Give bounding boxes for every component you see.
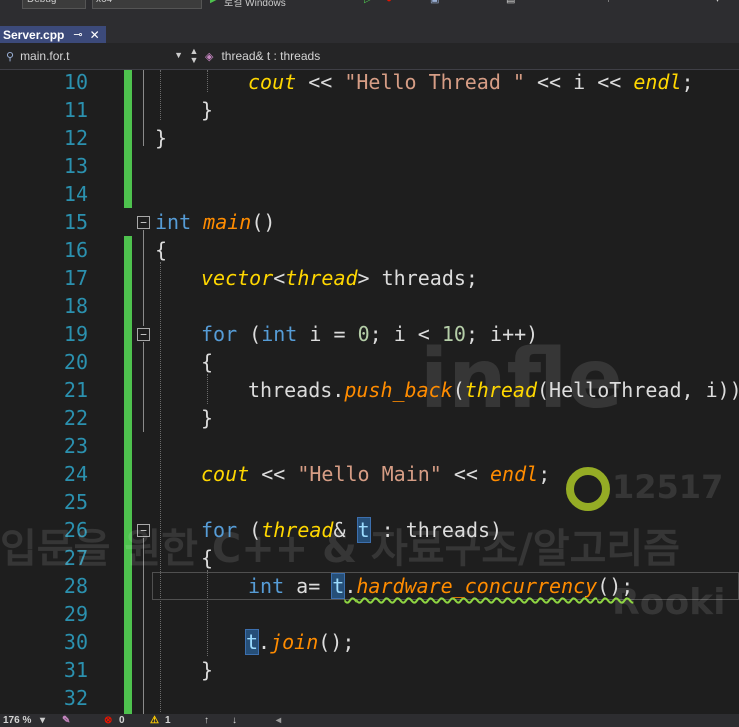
indent-guide xyxy=(207,70,208,92)
zoom-level[interactable]: 176 % xyxy=(3,714,31,727)
member-dropdown[interactable]: ◈ thread& t : threads xyxy=(205,43,320,69)
watermark-circle-icon xyxy=(566,467,610,511)
outline-line xyxy=(143,70,144,146)
scope-label: main.for.t xyxy=(20,49,70,63)
line-number: 32 xyxy=(63,686,88,710)
status-bar: 176 % ▾ ✎ ⊗ 0 ⚠ 1 ↑ ↓ ◂ xyxy=(0,714,739,727)
pin-icon[interactable]: ⊸ xyxy=(73,28,82,41)
document-tab-strip: Server.cpp ⊸ ✕ xyxy=(0,10,739,43)
line-number: 14 xyxy=(63,182,88,206)
main-toolbar: Debug x64 ▶ 로컬 Windows ▷ ● ▣ ▤ ⚑ ▾ xyxy=(0,0,739,10)
code-line-19[interactable]: for (int i = 0; i < 10; i++) xyxy=(201,320,538,348)
change-marker xyxy=(124,70,132,208)
toolbar-more-icon[interactable]: ▾ xyxy=(715,0,720,8)
line-number: 13 xyxy=(63,154,88,178)
reference-highlight: t xyxy=(356,517,371,543)
line-number: 30 xyxy=(63,630,88,654)
arrow-down-icon[interactable]: ↓ xyxy=(232,714,237,727)
line-number: 31 xyxy=(63,658,88,682)
toolbar-tool-icon[interactable]: ▣ xyxy=(430,0,439,8)
breakpoint-icon[interactable]: ● xyxy=(386,0,392,8)
code-line-10[interactable]: cout << "Hello Thread " << i << endl; xyxy=(248,70,694,96)
start-debugging-icon[interactable]: ▶ xyxy=(210,0,218,8)
line-number: 19 xyxy=(63,322,88,346)
scope-icon: ⚲ xyxy=(6,50,15,63)
code-line-21[interactable]: threads.push_back(thread(HelloThread, i)… xyxy=(248,376,739,404)
tab-filename: Server.cpp xyxy=(3,27,65,42)
code-line-12[interactable]: } xyxy=(155,124,167,152)
line-number: 29 xyxy=(63,602,88,626)
collapse-icon[interactable]: − xyxy=(137,328,150,341)
line-number: 17 xyxy=(63,266,88,290)
scope-dropdown[interactable]: ⚲ main.for.t ▼ xyxy=(0,43,183,69)
code-line-22[interactable]: } xyxy=(201,404,213,432)
close-icon[interactable]: ✕ xyxy=(90,28,100,42)
reference-highlight: t xyxy=(331,573,346,599)
indent-guide xyxy=(160,262,161,712)
warning-icon[interactable]: ⚠ xyxy=(150,714,159,727)
bookmark-icon[interactable]: ⚑ xyxy=(606,0,615,8)
line-number: 25 xyxy=(63,490,88,514)
code-editor[interactable]: 10 11 12 13 14 15 16 17 18 19 20 21 22 2… xyxy=(0,70,739,714)
chevron-down-icon[interactable]: ▾ xyxy=(40,714,45,727)
warning-squiggle: .hardware_concurrency(); xyxy=(344,574,634,598)
line-number: 16 xyxy=(63,238,88,262)
line-number: 10 xyxy=(63,70,88,94)
split-arrows-icon[interactable]: ▲ ▼ xyxy=(188,47,200,65)
code-line-16[interactable]: { xyxy=(155,236,167,264)
change-marker xyxy=(124,236,132,714)
configuration-label: Debug xyxy=(27,0,56,8)
error-count[interactable]: 0 xyxy=(119,714,125,727)
arrow-up-icon[interactable]: ↑ xyxy=(204,714,209,727)
member-label: thread& t : threads xyxy=(221,49,321,63)
code-line-11[interactable]: } xyxy=(201,96,213,124)
warning-count[interactable]: 1 xyxy=(165,714,171,727)
watermark-number: 12517 xyxy=(612,468,724,506)
line-number: 18 xyxy=(63,294,88,318)
code-line-20[interactable]: { xyxy=(201,348,213,376)
outline-line xyxy=(143,230,144,326)
intellicode-icon[interactable]: ✎ xyxy=(62,714,70,727)
line-number: 11 xyxy=(63,98,88,122)
error-icon[interactable]: ⊗ xyxy=(104,714,112,727)
code-line-31[interactable]: } xyxy=(201,656,213,684)
collapse-icon[interactable]: − xyxy=(137,216,150,229)
run-target-label[interactable]: 로컬 Windows xyxy=(224,0,286,9)
line-number: 15 xyxy=(63,210,88,234)
start-without-debugging-icon[interactable]: ▷ xyxy=(364,0,372,8)
line-number: 28 xyxy=(63,574,88,598)
code-line-30[interactable]: t.join(); xyxy=(244,628,354,656)
line-number: 24 xyxy=(63,462,88,486)
line-number: 23 xyxy=(63,434,88,458)
indent-guide xyxy=(160,70,161,120)
indent-guide xyxy=(207,374,208,404)
toolbar-tool-icon[interactable]: ▤ xyxy=(506,0,515,8)
code-line-17[interactable]: vector<thread> threads; xyxy=(201,264,478,292)
chevron-down-icon: ▼ xyxy=(174,50,183,60)
code-line-15[interactable]: int main() xyxy=(155,208,275,236)
member-icon: ◈ xyxy=(205,50,214,63)
outline-line xyxy=(143,342,144,432)
code-line-27[interactable]: { xyxy=(201,544,213,572)
platform-label: x64 xyxy=(96,0,112,8)
line-number: 20 xyxy=(63,350,88,374)
navigation-bar: ⚲ main.for.t ▼ ▲ ▼ ◈ thread& t : threads xyxy=(0,43,739,70)
tab-server-cpp[interactable]: Server.cpp ⊸ ✕ xyxy=(0,26,106,43)
line-number: 21 xyxy=(63,378,88,402)
code-line-24[interactable]: cout << "Hello Main" << endl; xyxy=(201,460,550,488)
scroll-left-icon[interactable]: ◂ xyxy=(276,714,281,727)
reference-highlight: t xyxy=(244,629,260,655)
code-line-26[interactable]: for (thread& t : threads) xyxy=(201,516,502,544)
line-number: 22 xyxy=(63,406,88,430)
line-number: 12 xyxy=(63,126,88,150)
code-line-28[interactable]: int a= t.hardware_concurrency(); xyxy=(248,572,633,600)
